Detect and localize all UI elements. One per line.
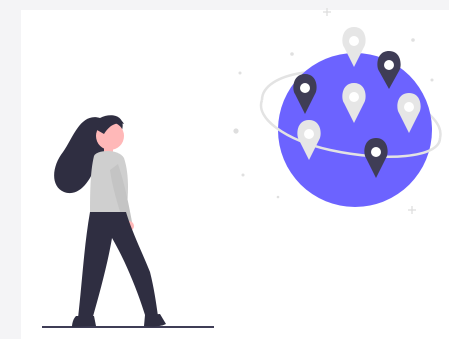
sparkle-plus: [408, 206, 416, 214]
illustration-stage: [0, 0, 449, 339]
sparkle-dot: [411, 38, 415, 42]
pants: [78, 212, 158, 320]
sparkle-plus: [323, 8, 331, 16]
shoe-left: [72, 316, 96, 327]
sparkle-dot: [241, 173, 245, 177]
sparkle-dot: [290, 52, 294, 56]
sparkle-dot: [238, 71, 242, 75]
sparkle-dot: [233, 128, 239, 134]
globe-location-illustration: [42, 8, 442, 328]
sparkle-dot: [430, 78, 434, 82]
woman-figure: [54, 115, 166, 327]
sparkle-dot: [276, 195, 280, 199]
shoe-right: [144, 314, 166, 327]
